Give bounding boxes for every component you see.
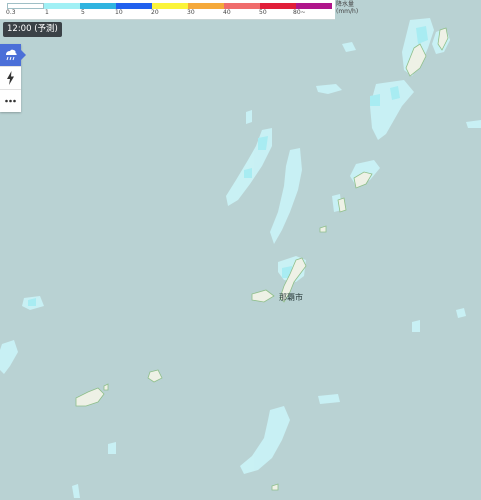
legend-label: 20 bbox=[151, 9, 159, 16]
legend-label: 40 bbox=[223, 9, 231, 16]
rain-echo bbox=[412, 320, 420, 332]
legend-unit-measure: (mm/h) bbox=[336, 8, 359, 15]
rain-cell bbox=[370, 94, 380, 106]
legend-swatch bbox=[44, 3, 80, 9]
legend-label: 80~ bbox=[293, 9, 306, 16]
rain-layer-button[interactable] bbox=[0, 44, 26, 66]
legend-label: 30 bbox=[187, 9, 195, 16]
precipitation-legend: 0.3 1 5 10 20 30 40 50 80~ 降水量 (mm/h) bbox=[0, 0, 358, 20]
legend-unit: 降水量 (mm/h) bbox=[336, 1, 358, 15]
more-icon bbox=[5, 99, 16, 103]
legend-label: 1 bbox=[45, 9, 49, 16]
city-label-naha: 那覇市 bbox=[279, 293, 303, 302]
legend-label: 50 bbox=[259, 9, 267, 16]
rain-cloud-icon bbox=[6, 49, 17, 61]
legend-label: 10 bbox=[115, 9, 123, 16]
rain-echo bbox=[108, 442, 116, 454]
legend-label: 0.3 bbox=[6, 9, 16, 16]
legend-label: 5 bbox=[81, 9, 85, 16]
lightning-icon bbox=[7, 71, 14, 85]
rain-radar-map[interactable] bbox=[0, 0, 481, 500]
legend-unit-name: 降水量 bbox=[336, 1, 355, 8]
more-options-button[interactable] bbox=[0, 89, 21, 112]
map-layer-controls bbox=[0, 44, 26, 112]
rain-echo bbox=[246, 110, 252, 124]
legend-swatch bbox=[80, 3, 116, 9]
lightning-layer-button[interactable] bbox=[0, 66, 21, 89]
legend-color-scale bbox=[7, 3, 332, 9]
forecast-time-badge: 12:00 (予測) bbox=[3, 22, 62, 37]
